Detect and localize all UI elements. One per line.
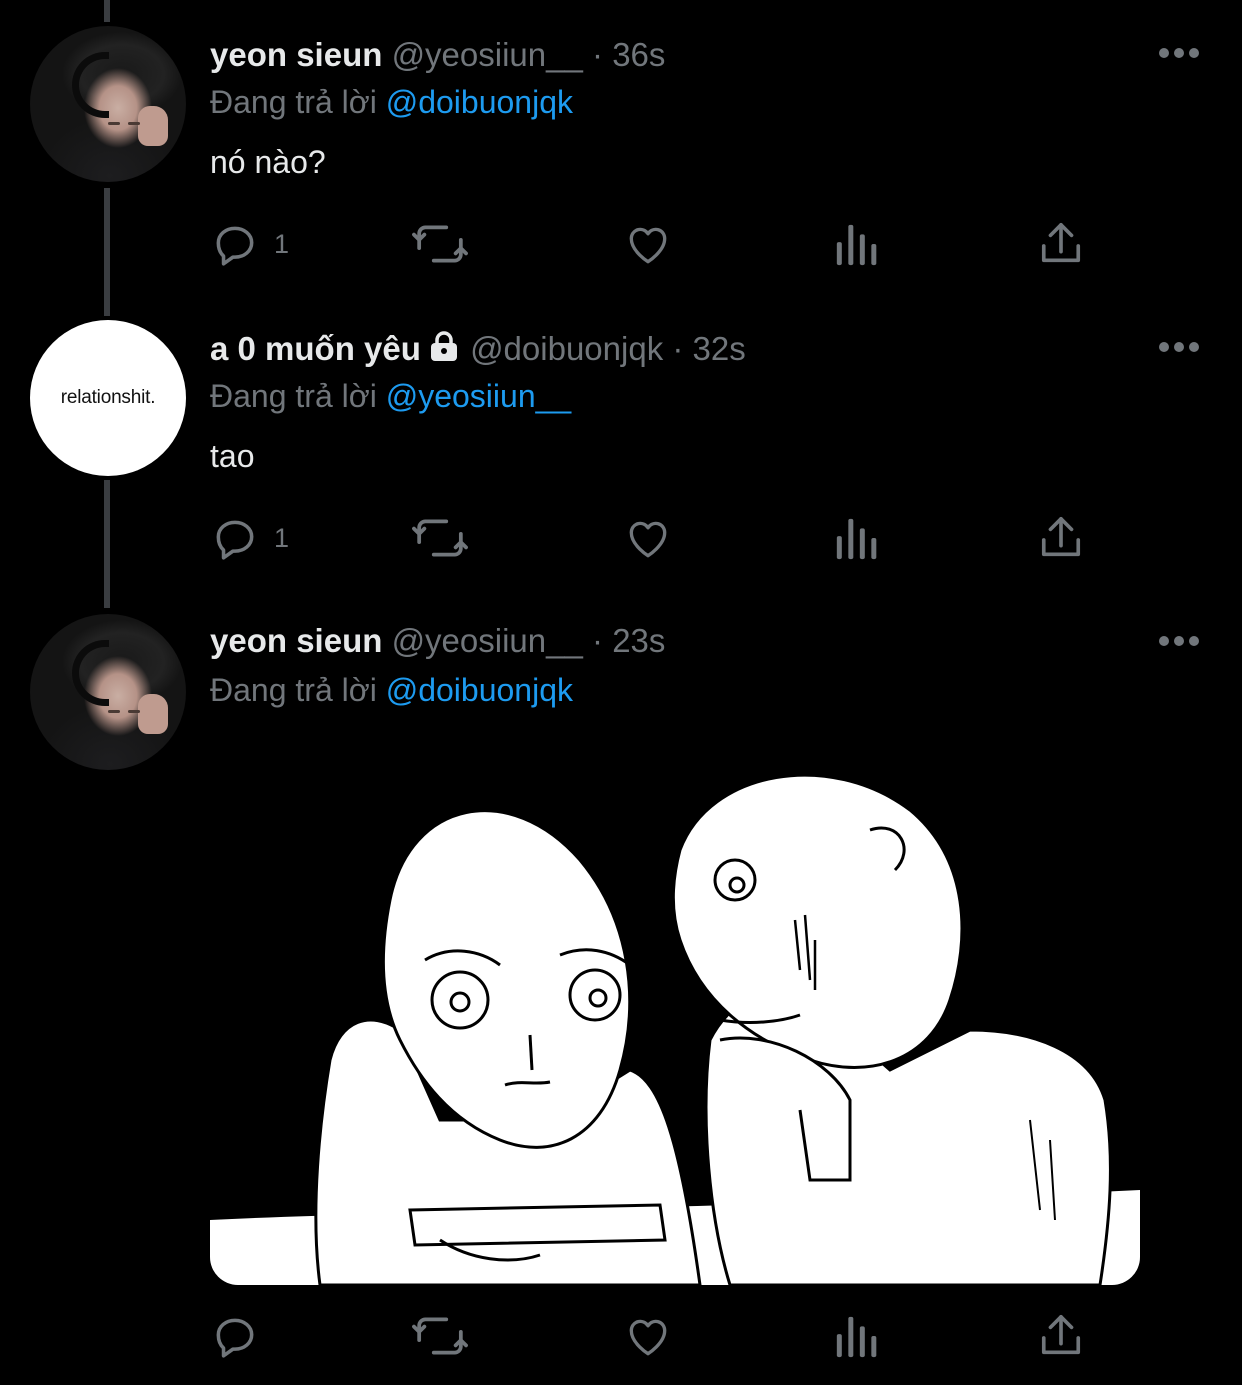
lock-icon: [430, 331, 457, 361]
heart-icon: [629, 521, 667, 558]
hand-shape: [138, 106, 168, 146]
reply-bubble-icon: [216, 520, 254, 560]
bar-chart-icon: [836, 518, 877, 560]
handle[interactable]: @yeosiiun__: [392, 36, 583, 73]
views-button[interactable]: [834, 1308, 878, 1364]
tweet-text: nó nào?: [210, 144, 326, 180]
mention-link[interactable]: @doibuonjqk: [386, 84, 573, 120]
share-button[interactable]: [1038, 216, 1084, 272]
tweet-media-image[interactable]: [210, 740, 1140, 1285]
handle[interactable]: @yeosiiun__: [392, 622, 583, 659]
bar-chart-icon: [836, 224, 877, 266]
replying-label: Đang trả lời: [210, 672, 377, 708]
share-button[interactable]: [1038, 510, 1084, 566]
action-bar: 1: [210, 510, 1090, 566]
more-options-button[interactable]: [1158, 634, 1200, 648]
sketch-drawing: [210, 740, 1140, 1285]
replying-to-line: Đang trả lời @yeosiiun__: [210, 378, 571, 415]
timestamp[interactable]: 32s: [693, 330, 746, 367]
reply-bubble-icon: [216, 226, 254, 266]
retweet-button[interactable]: [410, 216, 470, 272]
avatar-text: relationshit.: [60, 387, 156, 408]
retweet-icon: [412, 519, 468, 557]
tweet[interactable]: yeon sieun @yeosiiun__ · 23s Đang trả lờ…: [0, 600, 1242, 1385]
like-button[interactable]: [622, 216, 674, 272]
tweet-header: yeon sieun @yeosiiun__ · 23s: [210, 622, 665, 660]
like-button[interactable]: [622, 510, 674, 566]
headphone-shape: [72, 640, 109, 706]
heart-icon: [629, 227, 667, 264]
avatar[interactable]: relationshit.: [30, 320, 186, 476]
more-horizontal-icon: [1159, 48, 1199, 58]
retweet-button[interactable]: [410, 510, 470, 566]
replying-to-line: Đang trả lời @doibuonjqk: [210, 84, 573, 121]
tweet-text: tao: [210, 438, 255, 474]
more-horizontal-icon: [1159, 342, 1199, 352]
like-button[interactable]: [622, 1308, 674, 1364]
display-name[interactable]: a 0 muốn yêu: [210, 330, 421, 367]
heart-icon: [629, 1319, 667, 1356]
hand-shape: [138, 694, 168, 734]
display-name[interactable]: yeon sieun: [210, 622, 382, 659]
reply-button[interactable]: [210, 1308, 260, 1364]
tweet[interactable]: relationshit. a 0 muốn yêu @doibuonjqk ·…: [0, 300, 1242, 600]
tweet-header: yeon sieun @yeosiiun__ · 36s: [210, 36, 665, 74]
tweet[interactable]: yeon sieun @yeosiiun__ · 36s Đang trả lờ…: [0, 0, 1242, 300]
share-button[interactable]: [1038, 1308, 1084, 1364]
reply-button[interactable]: 1: [210, 510, 289, 566]
separator: ·: [592, 36, 604, 73]
timestamp[interactable]: 36s: [612, 36, 665, 73]
reply-button[interactable]: 1: [210, 216, 289, 272]
avatar[interactable]: [30, 614, 186, 770]
separator: ·: [672, 330, 684, 367]
action-bar: 1: [210, 216, 1090, 272]
retweet-icon: [412, 1317, 468, 1355]
views-button[interactable]: [834, 216, 878, 272]
mention-link[interactable]: @yeosiiun__: [386, 378, 571, 414]
share-upload-icon: [1041, 1315, 1081, 1355]
more-options-button[interactable]: [1158, 340, 1200, 354]
timestamp[interactable]: 23s: [612, 622, 665, 659]
tweet-header: a 0 muốn yêu @doibuonjqk · 32s: [210, 330, 746, 368]
reply-bubble-icon: [216, 1318, 254, 1358]
bar-chart-icon: [836, 1316, 877, 1358]
avatar[interactable]: [30, 26, 186, 182]
handle[interactable]: @doibuonjqk: [470, 330, 663, 367]
display-name[interactable]: yeon sieun: [210, 36, 382, 73]
replying-to-line: Đang trả lời @doibuonjqk: [210, 672, 573, 709]
views-button[interactable]: [834, 510, 878, 566]
replying-label: Đang trả lời: [210, 378, 377, 414]
headphone-shape: [72, 52, 109, 118]
share-upload-icon: [1041, 223, 1081, 263]
mention-link[interactable]: @doibuonjqk: [386, 672, 573, 708]
more-horizontal-icon: [1159, 636, 1199, 646]
action-bar: [210, 1308, 1090, 1364]
reply-count: 1: [274, 522, 290, 553]
retweet-icon: [412, 225, 468, 263]
share-upload-icon: [1041, 517, 1081, 557]
reply-count: 1: [274, 228, 290, 259]
replying-label: Đang trả lời: [210, 84, 377, 120]
separator: ·: [592, 622, 604, 659]
retweet-button[interactable]: [410, 1308, 470, 1364]
more-options-button[interactable]: [1158, 46, 1200, 60]
